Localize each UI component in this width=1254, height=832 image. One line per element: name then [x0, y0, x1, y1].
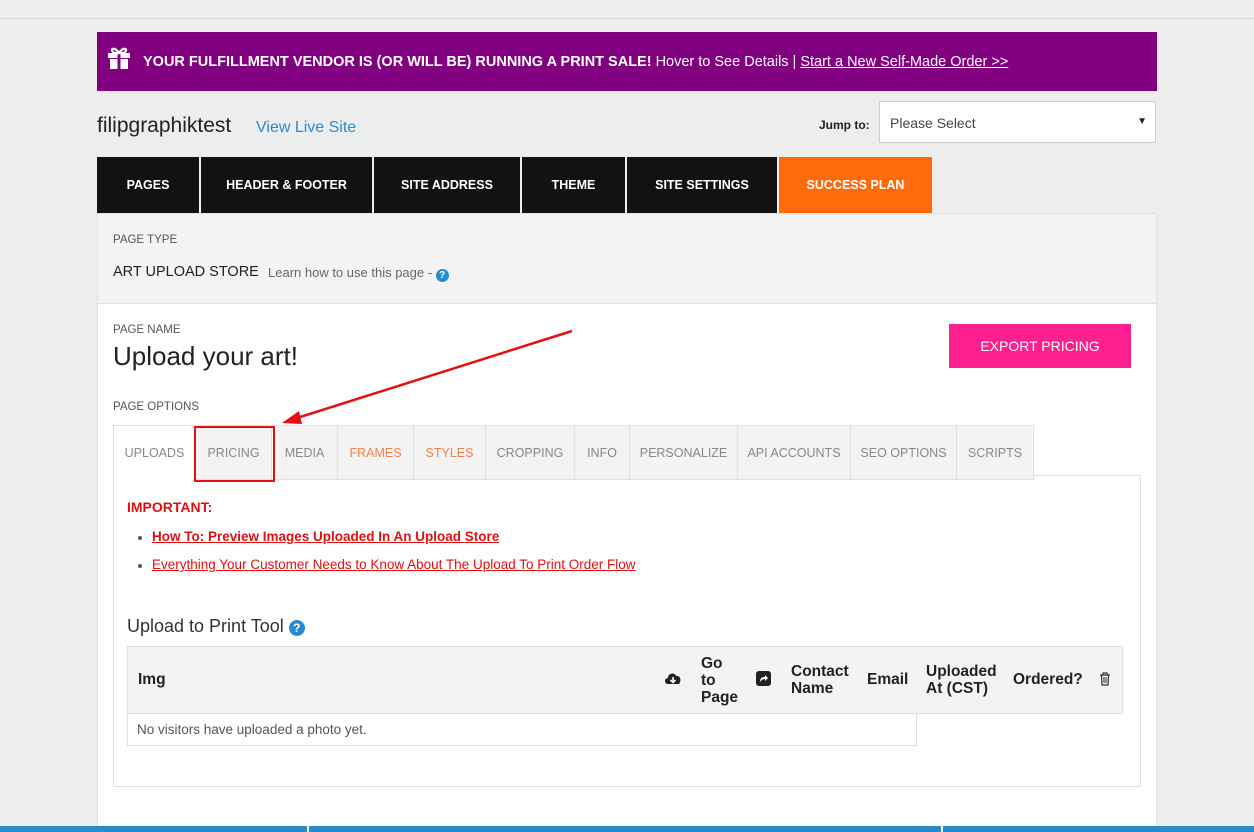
page-type-value: ART UPLOAD STORE — [113, 264, 259, 280]
help-icon[interactable]: ? — [435, 269, 449, 282]
page-type-section: PAGE TYPE ART UPLOAD STORE Learn how to … — [98, 214, 1156, 304]
tab-header-footer[interactable]: HEADER & FOOTER — [201, 157, 372, 213]
tab-personalize[interactable]: PERSONALIZE — [629, 425, 737, 480]
tab-styles[interactable]: STYLES — [413, 425, 485, 480]
column-go-to-page[interactable]: Go to Page — [701, 655, 741, 706]
list-item: Everything Your Customer Needs to Know A… — [138, 557, 636, 572]
annotation-highlight-box — [194, 426, 275, 482]
list-item: How To: Preview Images Uploaded In An Up… — [138, 529, 636, 544]
promo-hover-text: Hover to See Details — [655, 53, 789, 70]
page-name-label: PAGE NAME — [113, 324, 181, 336]
new-self-made-order-link[interactable]: Start a New Self-Made Order >> — [800, 54, 1008, 70]
tab-theme[interactable]: THEME — [522, 157, 625, 213]
dropdown-arrow-icon: ▼ — [1137, 116, 1147, 127]
upload-flow-link[interactable]: Everything Your Customer Needs to Know A… — [152, 557, 636, 572]
column-img[interactable]: Img — [138, 671, 166, 688]
jump-to-value: Please Select — [890, 115, 976, 131]
share-icon[interactable] — [756, 671, 771, 686]
uploads-tab-content: IMPORTANT: How To: Preview Images Upload… — [113, 475, 1141, 787]
help-links: How To: Preview Images Uploaded In An Up… — [138, 529, 636, 585]
site-name: filipgraphiktest — [97, 114, 232, 137]
page-editor-panel: PAGE TYPE ART UPLOAD STORE Learn how to … — [97, 213, 1157, 832]
tab-uploads[interactable]: UPLOADS — [113, 425, 195, 480]
trash-icon[interactable] — [1099, 672, 1111, 686]
tab-success-plan[interactable]: SUCCESS PLAN — [779, 157, 932, 213]
tab-cropping[interactable]: CROPPING — [485, 425, 574, 480]
top-strip — [0, 0, 1254, 19]
jump-to-label: Jump to: — [819, 118, 870, 132]
promo-headline: YOUR FULFILLMENT VENDOR IS (OR WILL BE) … — [143, 53, 652, 70]
tab-seo-options[interactable]: SEO OPTIONS — [850, 425, 956, 480]
preview-images-link[interactable]: How To: Preview Images Uploaded In An Up… — [152, 529, 499, 544]
promo-separator: | — [792, 53, 797, 70]
page-name-value: Upload your art! — [113, 341, 298, 371]
jump-to-select[interactable]: Please Select ▼ — [879, 101, 1156, 143]
page-options-label: PAGE OPTIONS — [113, 401, 200, 413]
bottom-bar — [0, 826, 1254, 832]
print-sale-banner[interactable]: YOUR FULFILLMENT VENDOR IS (OR WILL BE) … — [97, 32, 1157, 91]
export-pricing-button[interactable]: EXPORT PRICING — [949, 324, 1131, 368]
table-header: Img Go to Page Contact Name Email Upload… — [127, 646, 1123, 714]
column-ordered[interactable]: Ordered? — [1013, 671, 1083, 688]
main-tab-bar: PAGES HEADER & FOOTER SITE ADDRESS THEME… — [97, 157, 934, 213]
view-live-site-link[interactable]: View Live Site — [256, 119, 356, 137]
upload-tool-title: Upload to Print Tool ? — [127, 616, 305, 637]
tab-info[interactable]: INFO — [574, 425, 629, 480]
learn-how-link[interactable]: Learn how to use this page - ? — [268, 265, 449, 282]
tab-frames[interactable]: FRAMES — [337, 425, 413, 480]
cloud-download-icon[interactable] — [664, 671, 682, 687]
important-heading: IMPORTANT: — [127, 499, 213, 515]
column-contact-name[interactable]: Contact Name — [791, 663, 851, 697]
tab-site-address[interactable]: SITE ADDRESS — [374, 157, 520, 213]
divider — [1034, 475, 1141, 476]
column-uploaded-at[interactable]: Uploaded At (CST) — [926, 663, 998, 697]
gift-icon — [108, 47, 130, 69]
tab-scripts[interactable]: SCRIPTS — [956, 425, 1034, 480]
tab-api-accounts[interactable]: API ACCOUNTS — [737, 425, 850, 480]
tab-pages[interactable]: PAGES — [97, 157, 199, 213]
uploads-table: Img Go to Page Contact Name Email Upload… — [127, 646, 1123, 746]
page-type-label: PAGE TYPE — [113, 234, 178, 246]
help-icon[interactable]: ? — [288, 620, 305, 636]
column-email[interactable]: Email — [867, 671, 908, 688]
tab-media[interactable]: MEDIA — [271, 425, 337, 480]
tab-site-settings[interactable]: SITE SETTINGS — [627, 157, 777, 213]
empty-table-message: No visitors have uploaded a photo yet. — [127, 714, 917, 746]
